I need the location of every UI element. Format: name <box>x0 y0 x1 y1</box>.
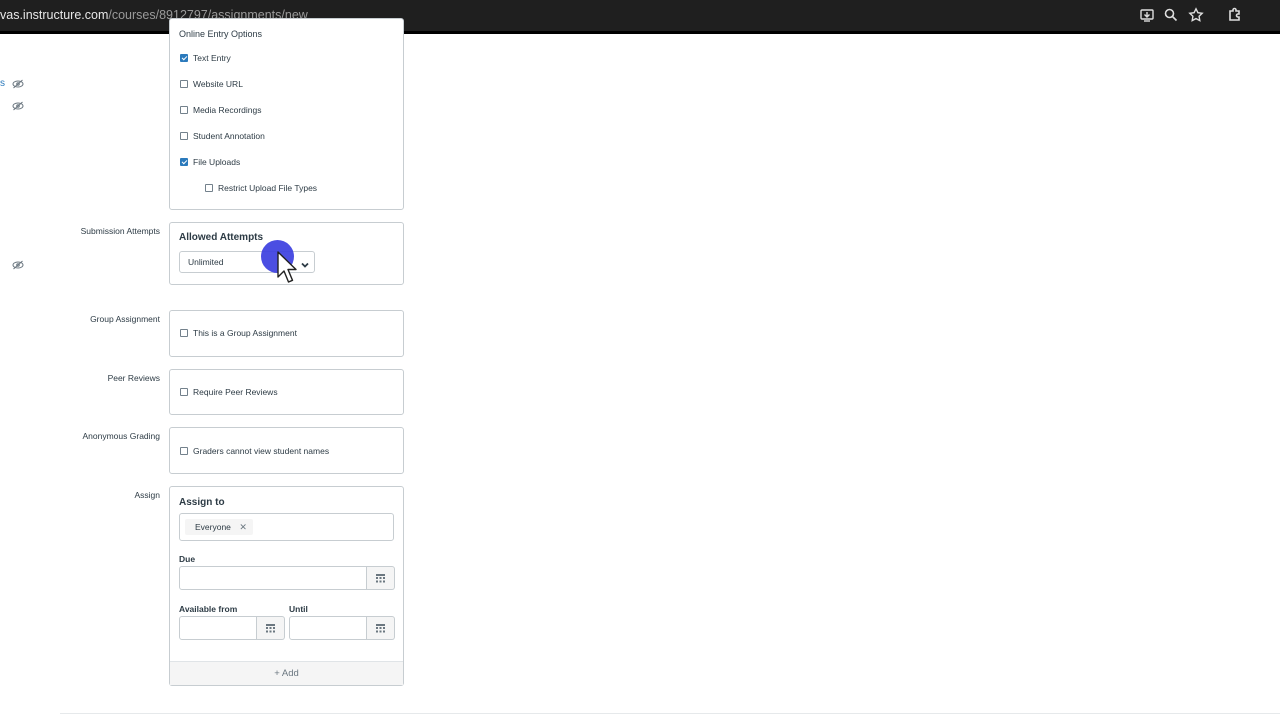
bookmark-star-icon[interactable] <box>1188 7 1204 23</box>
option-group-assignment[interactable]: This is a Group Assignment <box>180 328 297 338</box>
option-website-url[interactable]: Website URL <box>180 79 243 89</box>
available-from-calendar-button[interactable] <box>257 616 285 640</box>
group-assignment-panel: This is a Group Assignment <box>169 310 404 357</box>
row-label-group-assignment: Group Assignment <box>90 314 160 324</box>
option-label: Media Recordings <box>193 105 262 115</box>
assignee-name: Everyone <box>195 522 231 532</box>
checkbox-group-assignment[interactable] <box>180 329 188 337</box>
option-student-annotation[interactable]: Student Annotation <box>180 131 265 141</box>
option-media-recordings[interactable]: Media Recordings <box>180 105 262 115</box>
available-from-input[interactable] <box>179 616 257 640</box>
online-entry-options-panel: Online Entry Options Text Entry Website … <box>169 18 404 210</box>
until-calendar-button[interactable] <box>367 616 395 640</box>
row-label-peer-reviews: Peer Reviews <box>107 373 160 383</box>
option-text-entry[interactable]: Text Entry <box>180 53 231 63</box>
checkbox-file-uploads[interactable] <box>180 158 188 166</box>
calendar-icon <box>376 624 385 633</box>
checkbox-media-recordings[interactable] <box>180 106 188 114</box>
option-anonymous-grading[interactable]: Graders cannot view student names <box>180 446 329 456</box>
checkbox-anonymous-grading[interactable] <box>180 447 188 455</box>
until-label: Until <box>289 604 308 614</box>
option-label: Require Peer Reviews <box>193 387 278 397</box>
checkbox-restrict-upload-types[interactable] <box>205 184 213 192</box>
visibility-eye-icon <box>12 76 24 89</box>
available-from-label: Available from <box>179 604 238 614</box>
checkbox-peer-reviews[interactable] <box>180 388 188 396</box>
anonymous-grading-panel: Graders cannot view student names <box>169 427 404 474</box>
assign-panel: Assign to Everyone ✕ Due Available from … <box>169 486 404 686</box>
option-file-uploads[interactable]: File Uploads <box>180 157 240 167</box>
gutter-link[interactable]: s <box>0 78 5 89</box>
due-date-calendar-button[interactable] <box>367 566 395 590</box>
option-label: Graders cannot view student names <box>193 446 330 456</box>
option-restrict-upload-types[interactable]: Restrict Upload File Types <box>205 183 317 193</box>
allowed-attempts-heading: Allowed Attempts <box>179 232 264 243</box>
checkbox-text-entry[interactable] <box>180 54 188 62</box>
assignee-pill: Everyone ✕ <box>185 519 253 535</box>
due-date-input[interactable] <box>179 566 367 590</box>
option-label: This is a Group Assignment <box>193 328 297 338</box>
allowed-attempts-value: Unlimited <box>188 257 224 267</box>
option-label: Text Entry <box>193 53 231 63</box>
calendar-icon <box>376 574 385 583</box>
assign-to-heading: Assign to <box>179 497 225 508</box>
visibility-eye-icon <box>12 257 24 270</box>
peer-reviews-panel: Require Peer Reviews <box>169 369 404 415</box>
option-label: Website URL <box>193 79 243 89</box>
checkbox-website-url[interactable] <box>180 80 188 88</box>
chevron-down-icon <box>300 257 310 268</box>
zoom-icon[interactable] <box>1163 7 1179 23</box>
option-peer-reviews[interactable]: Require Peer Reviews <box>180 387 278 397</box>
online-entry-heading: Online Entry Options <box>179 29 263 39</box>
mouse-pointer-icon <box>277 251 297 283</box>
option-label: File Uploads <box>193 157 241 167</box>
url-host: vas.instructure.com <box>0 8 109 22</box>
add-assignee-button[interactable]: + Add <box>170 661 403 685</box>
until-input[interactable] <box>289 616 367 640</box>
visibility-eye-icon <box>12 98 24 111</box>
due-label: Due <box>179 554 196 564</box>
row-label-submission-attempts: Submission Attempts <box>80 226 160 236</box>
row-label-anonymous-grading: Anonymous Grading <box>82 431 161 441</box>
checkbox-student-annotation[interactable] <box>180 132 188 140</box>
assign-to-input[interactable]: Everyone ✕ <box>179 513 394 541</box>
option-label: Restrict Upload File Types <box>218 183 318 193</box>
remove-assignee-icon[interactable]: ✕ <box>239 519 247 535</box>
install-app-icon[interactable] <box>1139 7 1155 23</box>
footer-divider <box>60 713 1280 714</box>
row-label-assign: Assign <box>134 490 160 500</box>
calendar-icon <box>266 624 275 633</box>
extensions-icon[interactable] <box>1227 7 1243 23</box>
option-label: Student Annotation <box>193 131 265 141</box>
